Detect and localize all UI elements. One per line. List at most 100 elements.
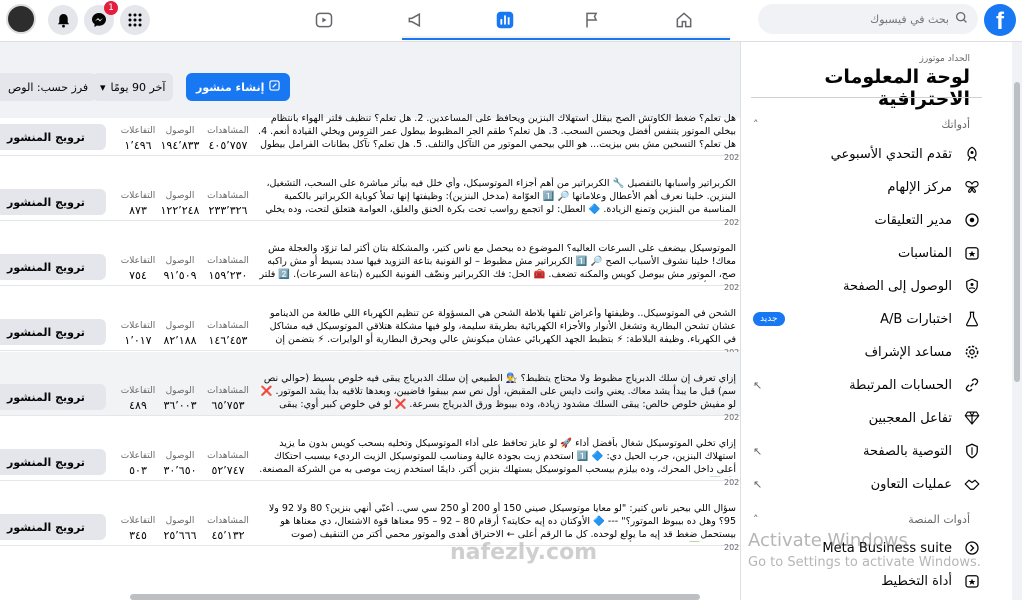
reach-value: ٣٦٬٠٠٣ (163, 399, 197, 412)
sidebar-item-label: مدير التعليقات (874, 212, 952, 228)
views-stat: المشاهدات ٦٥٬٧٥٣ (204, 386, 252, 412)
promote-post-button[interactable]: ترويج المنشور (0, 319, 106, 345)
engagement-value: ٨٧٣ (129, 204, 147, 217)
horizontal-scrollbar[interactable] (130, 594, 700, 600)
views-value: ٦٥٬٧٥٣ (211, 399, 245, 412)
engagement-stat: التفاعلات ٥٠٣ (114, 451, 162, 477)
sidebar-item[interactable]: تفاعل المعجبين (753, 404, 982, 432)
sidebar-item[interactable]: مركز الإلهام (753, 173, 982, 201)
sidebar-item[interactable]: تقدم التحدي الأسبوعي (753, 140, 982, 168)
main-content: إنشاء منشور آخر 90 يومًا ▾ فرز حسب: الوص… (0, 42, 740, 600)
person-shield-icon (962, 276, 982, 296)
post-text[interactable]: إزاي تعرف إن سلك الدبرياج مظبوط ولا محتا… (258, 372, 736, 412)
views-stat: المشاهدات ١٥٩٬٢٣٠ (204, 256, 252, 282)
views-stat: المشاهدات ٥٢٬٧٤٧ (204, 451, 252, 477)
post-row[interactable]: هل تعلم؟ ضغط الكاوتش الصح بيقلل استهلاك … (0, 92, 740, 162)
promote-post-button[interactable]: ترويج المنشور (0, 514, 106, 540)
views-label: المشاهدات (207, 321, 249, 331)
views-stat: المشاهدات ٢٣٣٬٣٢٦ (204, 191, 252, 217)
your-tools-section-header[interactable]: أدواتك ˄ (753, 118, 970, 131)
sidebar-item-label: المناسبات (898, 245, 952, 261)
sidebar-item-label: تفاعل المعجبين (868, 410, 952, 426)
menu-grid-icon[interactable] (120, 5, 150, 35)
reach-label: الوصول (165, 451, 195, 461)
post-row[interactable]: إزاي تعرف إن سلك الدبرياج مظبوط ولا محتا… (0, 352, 740, 422)
vertical-scrollbar[interactable] (1012, 42, 1022, 600)
post-text[interactable]: سؤال اللي بيحير ناس كتير: "لو معايا موتو… (258, 502, 736, 542)
reach-value: ٩١٬٥٠٩ (163, 269, 197, 282)
views-value: ١٥٩٬٢٣٠ (208, 269, 248, 282)
sidebar-item-label: اختبارات A/B (880, 311, 952, 327)
search-box[interactable] (758, 4, 978, 34)
nav-flag-icon[interactable] (572, 6, 612, 34)
handshake-icon (962, 474, 982, 494)
sidebar-item[interactable]: اختبارات A/B جديد (753, 305, 982, 333)
post-row[interactable]: الموتوسيكل بيضعف على السرعات العاليه؟ ال… (0, 222, 740, 292)
reach-value: ٨٢٬١٨٨ (163, 334, 197, 347)
post-row[interactable]: إزاي تخلي الموتوسيكل شغال بأفضل أداء 🚀 ل… (0, 417, 740, 487)
section-label: أدوات المنصة (908, 513, 970, 526)
post-text[interactable]: هل تعلم؟ ضغط الكاوتش الصح بيقلل استهلاك … (258, 112, 736, 152)
sidebar-item-label: مساعد الإشراف (864, 344, 952, 360)
promote-post-button[interactable]: ترويج المنشور (0, 124, 106, 150)
sidebar-item[interactable]: مدير التعليقات (753, 206, 982, 234)
post-text[interactable]: الموتوسيكل بيضعف على السرعات العاليه؟ ال… (258, 242, 736, 282)
sidebar-item-label: الحسابات المرتبطة (849, 377, 952, 393)
reach-label: الوصول (165, 126, 195, 136)
engagement-label: التفاعلات (120, 516, 156, 526)
post-text[interactable]: إزاي تخلي الموتوسيكل شغال بأفضل أداء 🚀 ل… (258, 437, 736, 477)
nav-home-icon[interactable] (664, 6, 704, 34)
calendar-icon (962, 243, 982, 263)
promote-post-button[interactable]: ترويج المنشور (0, 384, 106, 410)
views-value: ٢٣٣٬٣٢٦ (208, 204, 248, 217)
engagement-stat: التفاعلات ١٬٤٩٦ (114, 126, 162, 152)
butterfly-icon (962, 177, 982, 197)
views-stat: المشاهدات ١٤٦٬٤٥٣ (204, 321, 252, 347)
post-row[interactable]: الكربراتير وأسبابها بالتفصيل 🔧 الكربراتي… (0, 157, 740, 227)
sidebar-item[interactable]: المناسبات (753, 239, 982, 267)
engagement-stat: التفاعلات ٣٤٥ (114, 516, 162, 542)
views-label: المشاهدات (207, 386, 249, 396)
engagement-label: التفاعلات (120, 451, 156, 461)
views-value: ٥٢٬٧٤٧ (211, 464, 245, 477)
sidebar-item[interactable]: عمليات التعاون ↖ (753, 470, 982, 498)
nav-megaphone-icon[interactable] (396, 6, 436, 34)
views-label: المشاهدات (207, 191, 249, 201)
promote-post-button[interactable]: ترويج المنشور (0, 449, 106, 475)
sidebar-item[interactable]: الوصول إلى الصفحة (753, 272, 982, 300)
post-row[interactable]: الشحن في الموتوسيكل.. وظيفتها وأعراض تلف… (0, 287, 740, 357)
sidebar-item-label: التوصية بالصفحة (862, 443, 952, 459)
rocket-icon (962, 144, 982, 164)
calendar-icon (962, 571, 982, 591)
sidebar-item[interactable]: أداة التخطيط (753, 567, 982, 595)
post-text[interactable]: الكربراتير وأسبابها بالتفصيل 🔧 الكربراتي… (258, 177, 736, 217)
views-value: ١٤٦٬٤٥٣ (208, 334, 248, 347)
external-link-icon: ↖ (753, 444, 763, 458)
nav-dashboard-icon[interactable] (485, 6, 525, 34)
profile-avatar[interactable] (6, 4, 36, 34)
platform-tools-section-header[interactable]: أدوات المنصة ˄ (753, 513, 970, 526)
post-text[interactable]: الشحن في الموتوسيكل.. وظيفتها وأعراض تلف… (258, 307, 736, 347)
notifications-bell-icon[interactable] (48, 5, 78, 35)
sidebar-item-label: تقدم التحدي الأسبوعي (830, 146, 952, 162)
engagement-value: ١٬٠١٧ (124, 334, 152, 347)
sidebar-item[interactable]: التوصية بالصفحة ↖ (753, 437, 982, 465)
promote-post-button[interactable]: ترويج المنشور (0, 254, 106, 280)
page-title: لوحة المعلومات الاحترافية (824, 66, 970, 110)
engagement-label: التفاعلات (120, 126, 156, 136)
messenger-icon[interactable]: 1 (84, 1, 118, 35)
nav-video-icon[interactable] (304, 6, 344, 34)
engagement-value: ٧٥٤ (129, 269, 147, 282)
search-input[interactable] (779, 12, 949, 26)
sidebar-item[interactable]: الحسابات المرتبطة ↖ (753, 371, 982, 399)
reach-stat: الوصول ٣٦٬٠٠٣ (156, 386, 204, 412)
activate-windows-title: Activate Windows (748, 530, 908, 551)
reach-stat: الوصول ١٩٤٬٨٣٣ (156, 126, 204, 152)
promote-post-button[interactable]: ترويج المنشور (0, 189, 106, 215)
post-row[interactable]: سؤال اللي بيحير ناس كتير: "لو معايا موتو… (0, 482, 740, 552)
sidebar-item[interactable]: مساعد الإشراف (753, 338, 982, 366)
new-badge: جديد (753, 312, 785, 326)
flask-icon (962, 309, 982, 329)
facebook-logo-icon[interactable]: f (984, 4, 1016, 36)
link-icon (962, 375, 982, 395)
